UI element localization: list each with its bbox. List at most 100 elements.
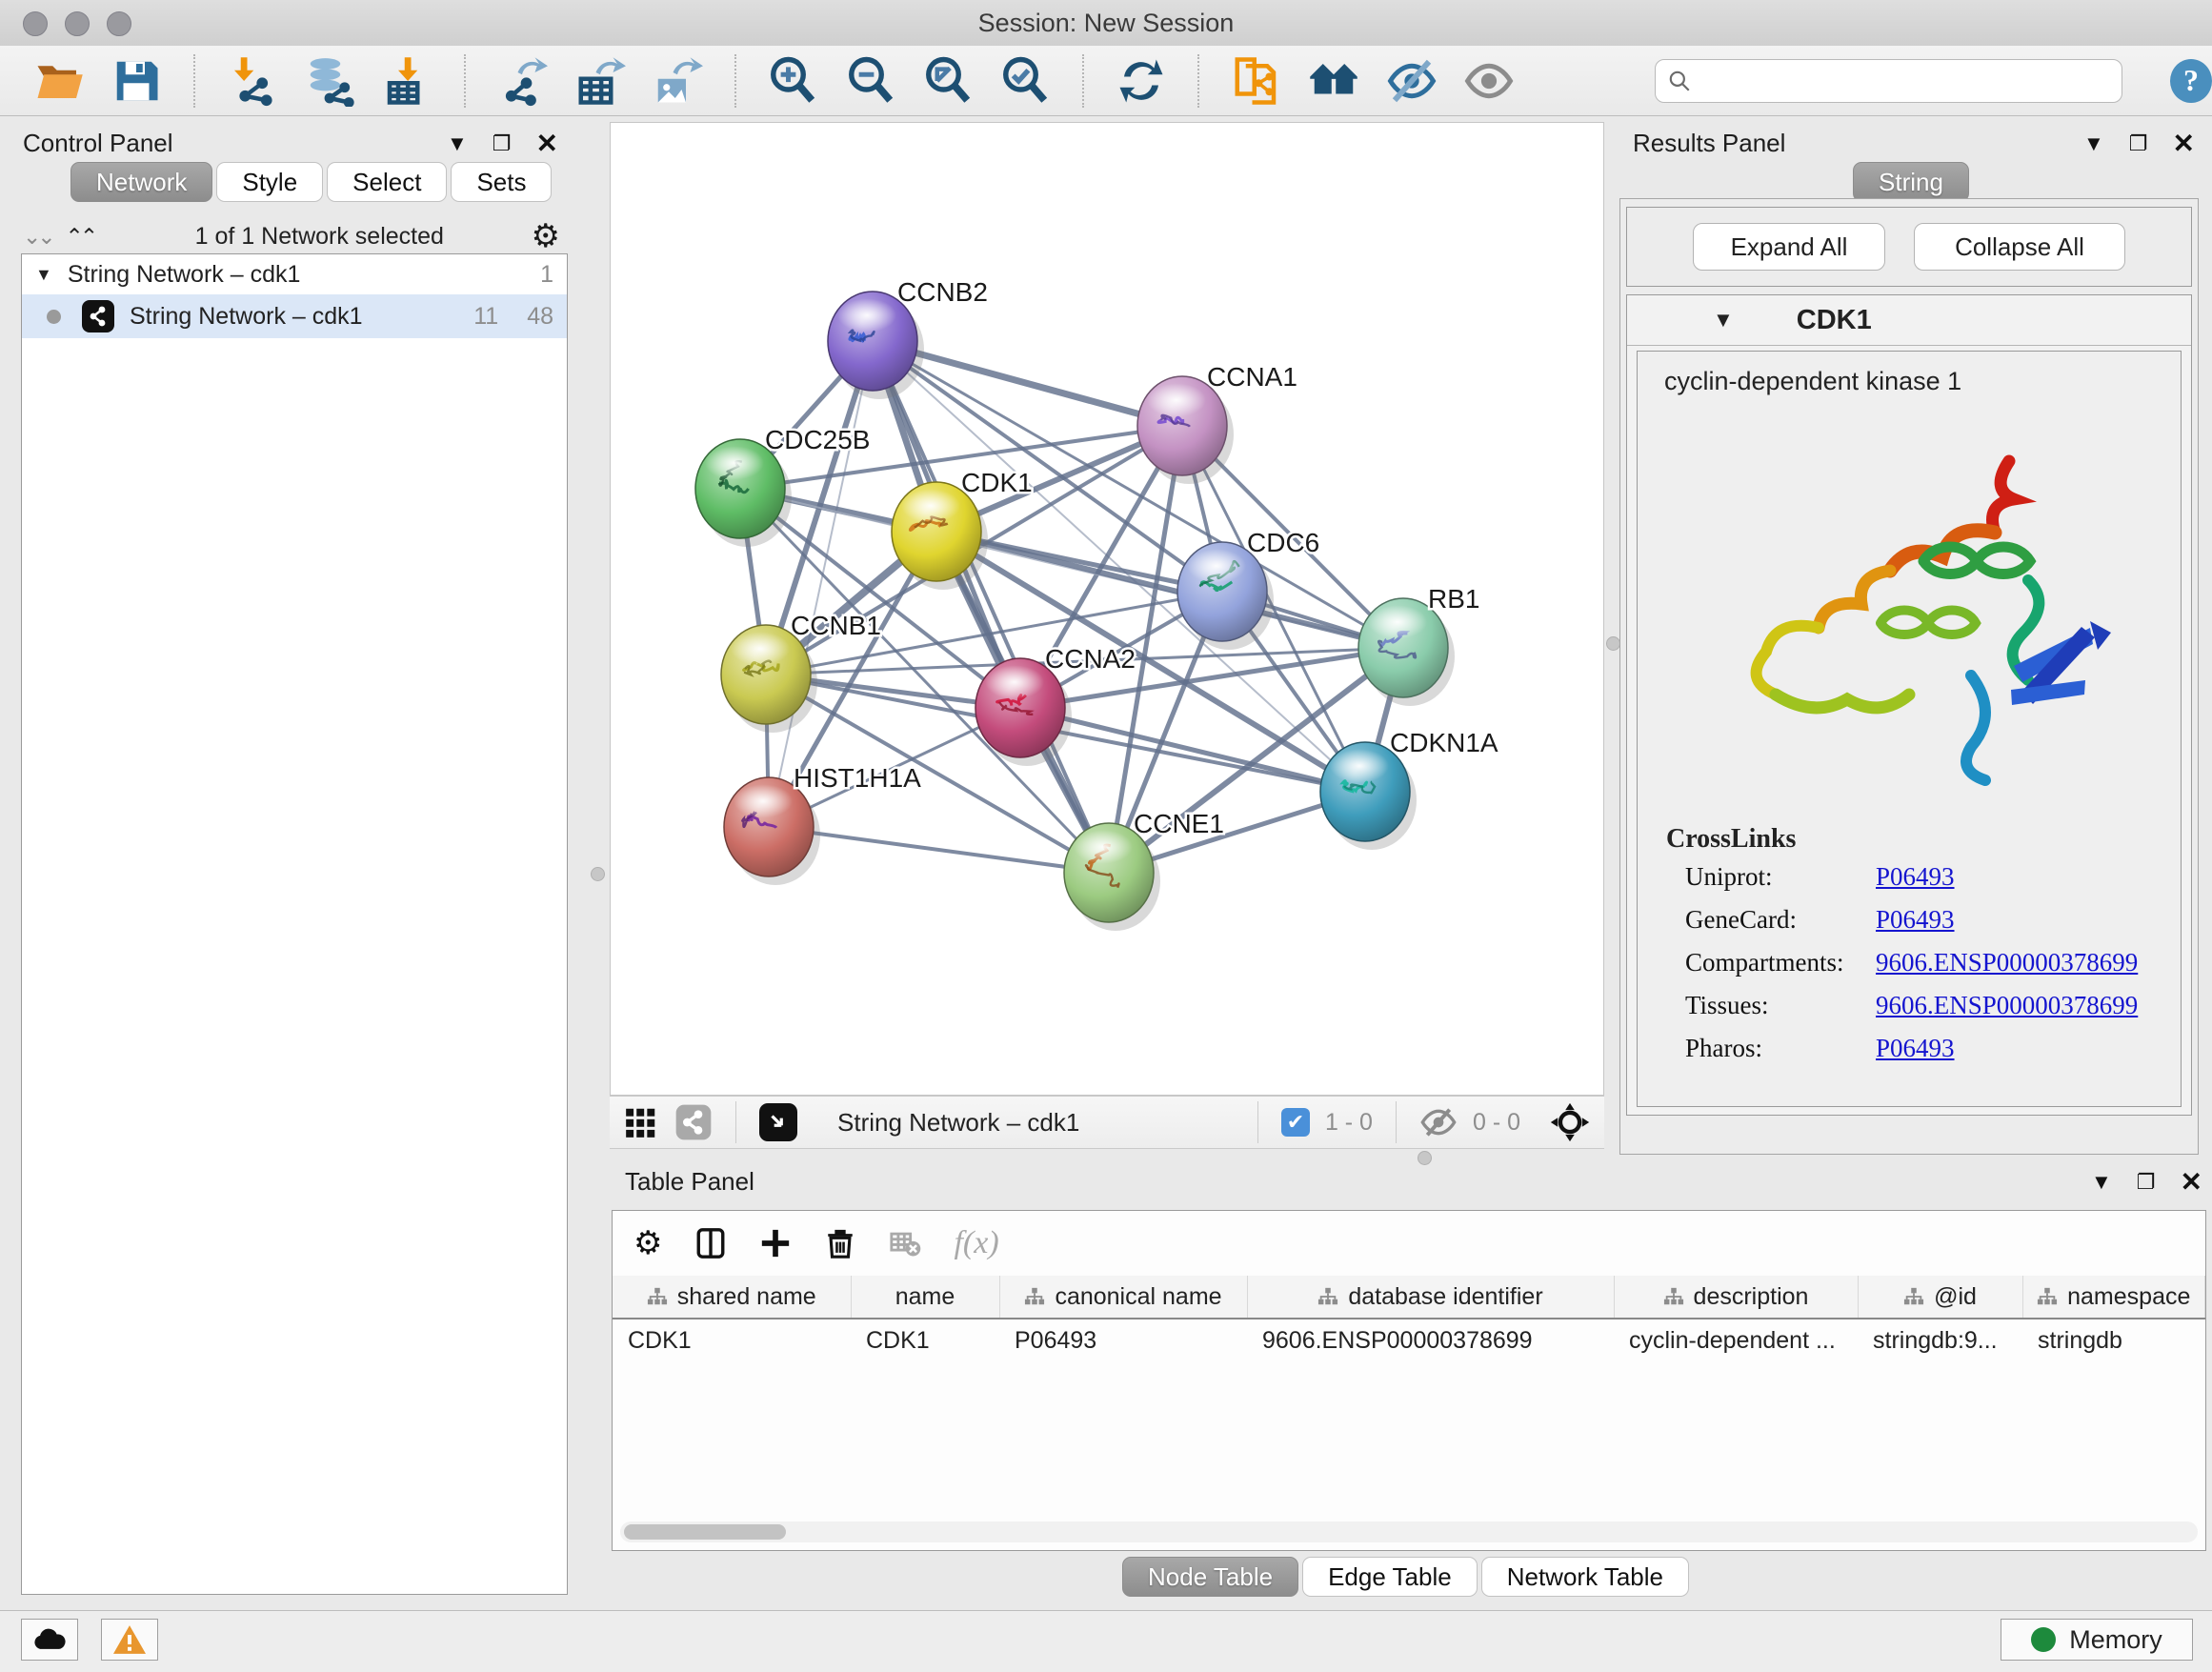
node-CDKN1A[interactable]: CDKN1A: [1320, 728, 1498, 850]
import-table-icon[interactable]: [380, 53, 432, 109]
column-header[interactable]: shared name: [613, 1276, 851, 1319]
edge-CCNB2-HIST1H1A[interactable]: [769, 341, 873, 827]
horizontal-splitter-handle[interactable]: [1418, 1151, 1432, 1165]
cell-name[interactable]: CDK1: [851, 1319, 999, 1361]
home-icon[interactable]: [1308, 53, 1360, 109]
panel-float-icon[interactable]: ❐: [2137, 1170, 2156, 1195]
crosslink-value[interactable]: 9606.ENSP00000378699: [1876, 991, 2181, 1020]
cell-namespace[interactable]: stringdb: [2022, 1319, 2205, 1361]
tab-network[interactable]: Network: [70, 162, 212, 202]
crosslink-value[interactable]: 9606.ENSP00000378699: [1876, 948, 2181, 977]
gene-expander-icon[interactable]: ▼: [1713, 308, 1734, 332]
show-all-eye-icon[interactable]: [1463, 53, 1516, 109]
node-CCNA1[interactable]: CCNA1: [1137, 362, 1297, 484]
collection-count: 1: [540, 261, 553, 289]
import-network-file-icon[interactable]: [226, 53, 278, 109]
hidden-eye-slash-icon[interactable]: [1419, 1103, 1458, 1141]
table-settings-gear-icon[interactable]: ⚙: [633, 1224, 662, 1262]
cell-shared-name[interactable]: CDK1: [613, 1319, 851, 1361]
column-header[interactable]: description: [1614, 1276, 1858, 1319]
crosslink-value[interactable]: P06493: [1876, 862, 2181, 892]
left-splitter-handle[interactable]: [591, 867, 605, 881]
zoom-fit-icon[interactable]: [921, 53, 974, 109]
warnings-button[interactable]: [101, 1619, 158, 1661]
tab-string[interactable]: String: [1853, 162, 1969, 202]
scrollbar-thumb[interactable]: [624, 1524, 786, 1540]
collapse-all-networks-icon[interactable]: ⌄⌄: [23, 224, 52, 250]
export-table-icon[interactable]: [573, 53, 626, 109]
panel-close-icon[interactable]: ✕: [2173, 128, 2195, 159]
cell-description[interactable]: cyclin-dependent ...: [1614, 1319, 1858, 1361]
cloud-status-button[interactable]: [21, 1619, 78, 1661]
column-header[interactable]: namespace: [2022, 1276, 2205, 1319]
panel-menu-icon[interactable]: ▼: [2083, 131, 2104, 156]
help-button[interactable]: ?: [2170, 59, 2212, 103]
column-header[interactable]: @id: [1858, 1276, 2022, 1319]
network-collection-row[interactable]: ▼ String Network – cdk1 1: [22, 254, 567, 294]
export-network-icon[interactable]: [496, 53, 549, 109]
grid-view-icon[interactable]: [623, 1104, 659, 1140]
node-CDC25B[interactable]: CDC25B: [695, 425, 870, 547]
right-splitter-handle[interactable]: [1606, 636, 1620, 651]
column-header[interactable]: name: [851, 1276, 999, 1319]
zoom-in-icon[interactable]: [767, 53, 819, 109]
tab-select[interactable]: Select: [327, 162, 447, 202]
column-header[interactable]: canonical name: [999, 1276, 1247, 1319]
panel-close-icon[interactable]: ✕: [536, 128, 558, 159]
node-CCNB2[interactable]: CCNB2: [828, 277, 988, 399]
panel-close-icon[interactable]: ✕: [2181, 1166, 2202, 1198]
delete-column-trash-icon[interactable]: [824, 1227, 856, 1259]
tab-network-table[interactable]: Network Table: [1481, 1557, 1689, 1597]
crosslink-value[interactable]: P06493: [1876, 905, 2181, 935]
column-header[interactable]: database identifier: [1247, 1276, 1614, 1319]
zoom-out-icon[interactable]: [844, 53, 896, 109]
tab-edge-table[interactable]: Edge Table: [1302, 1557, 1478, 1597]
zoom-selected-icon[interactable]: [999, 53, 1052, 109]
memory-button[interactable]: Memory: [2001, 1619, 2193, 1661]
crosslink-label: Compartments:: [1685, 948, 1876, 977]
string-network-graph[interactable]: CCNB2CCNA1CDC25BCDK1CDC6RB1CCNB1CCNA2CDK…: [611, 123, 1603, 1095]
search-input[interactable]: [1699, 67, 2103, 95]
panel-float-icon[interactable]: ❐: [2129, 131, 2148, 156]
zoom-window-button[interactable]: [107, 11, 131, 36]
show-columns-icon[interactable]: [694, 1227, 727, 1259]
network-canvas[interactable]: CCNB2CCNA1CDC25BCDK1CDC6RB1CCNB1CCNA2CDK…: [610, 122, 1604, 1096]
network-share-icon[interactable]: [674, 1103, 713, 1141]
cell-canonical-name[interactable]: P06493: [999, 1319, 1247, 1361]
cell-id[interactable]: stringdb:9...: [1858, 1319, 2022, 1361]
create-column-plus-icon[interactable]: [759, 1227, 792, 1259]
table-horizontal-scrollbar[interactable]: [620, 1521, 2198, 1542]
selected-checkbox-icon[interactable]: ✔: [1281, 1108, 1310, 1137]
collapse-all-button[interactable]: Collapse All: [1914, 223, 2125, 271]
panel-menu-icon[interactable]: ▼: [447, 131, 468, 156]
collection-expander-icon[interactable]: ▼: [35, 265, 52, 285]
gene-section-header[interactable]: ▼ CDK1: [1627, 295, 2191, 346]
import-network-database-icon[interactable]: [303, 53, 355, 109]
close-window-button[interactable]: [23, 11, 48, 36]
network-options-gear-icon[interactable]: ⚙: [532, 217, 560, 255]
table-row[interactable]: CDK1 CDK1 P06493 9606.ENSP00000378699 cy…: [613, 1319, 2205, 1361]
panel-menu-icon[interactable]: ▼: [2091, 1170, 2112, 1195]
status-bar: Memory: [0, 1610, 2212, 1672]
save-session-icon[interactable]: [110, 53, 162, 109]
cell-database-identifier[interactable]: 9606.ENSP00000378699: [1247, 1319, 1614, 1361]
tab-node-table[interactable]: Node Table: [1122, 1557, 1298, 1597]
tab-style[interactable]: Style: [216, 162, 323, 202]
edge-CCNB2-CCNE1[interactable]: [873, 341, 1109, 873]
hide-selected-eye-icon[interactable]: [1385, 53, 1438, 109]
open-session-icon[interactable]: [32, 53, 85, 109]
birds-eye-view-button[interactable]: [759, 1103, 797, 1141]
node-HIST1H1A[interactable]: HIST1H1A: [724, 763, 921, 885]
expand-all-button[interactable]: Expand All: [1693, 223, 1885, 271]
expand-all-networks-icon[interactable]: ⌃⌃: [66, 224, 95, 250]
export-image-icon[interactable]: [651, 53, 703, 109]
node-RB1[interactable]: RB1: [1358, 584, 1479, 706]
crosslink-value[interactable]: P06493: [1876, 1034, 2181, 1063]
fit-crosshair-icon[interactable]: [1549, 1101, 1591, 1143]
network-row[interactable]: String Network – cdk1 11 48: [22, 294, 567, 338]
tab-sets[interactable]: Sets: [451, 162, 552, 202]
string-query-icon[interactable]: [1230, 53, 1282, 109]
panel-float-icon[interactable]: ❐: [493, 131, 512, 156]
minimize-window-button[interactable]: [65, 11, 90, 36]
apply-layout-icon[interactable]: [1115, 53, 1167, 109]
